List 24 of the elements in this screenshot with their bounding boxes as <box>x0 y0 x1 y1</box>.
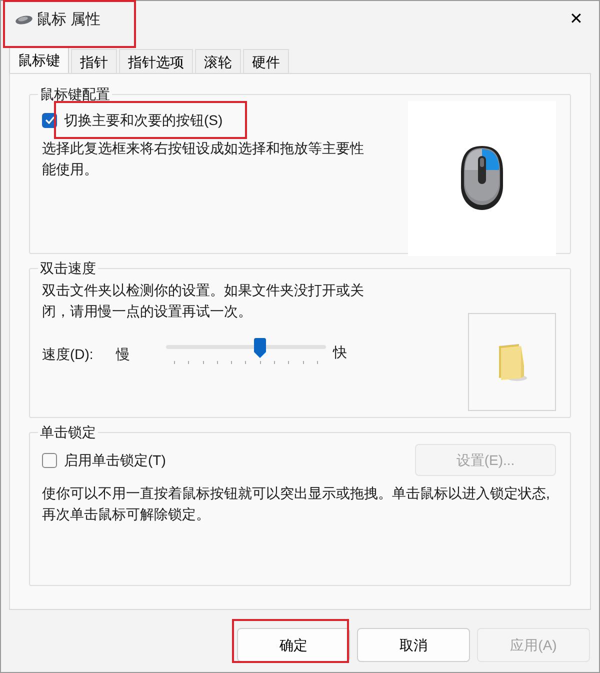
mouse-icon <box>15 15 33 26</box>
fast-label: 快 <box>333 343 347 362</box>
speed-label: 速度(D): <box>42 345 94 364</box>
tab[interactable]: 指针选项 <box>119 49 193 73</box>
slider-thumb[interactable] <box>254 336 266 356</box>
checkbox-label[interactable]: 切换主要和次要的按钮(S) <box>64 110 223 131</box>
tab[interactable]: 硬件 <box>243 49 289 73</box>
description-text: 选择此复选框来将右按钮设成如选择和拖放等主要性能使用。 <box>42 138 365 179</box>
description-text: 双击文件夹以检测你的设置。如果文件夹没打开或关闭，请用慢一点的设置再试一次。 <box>42 281 365 322</box>
checkbox[interactable] <box>42 452 57 468</box>
group-label: 双击速度 <box>39 260 97 277</box>
description-text: 使你可以不用一直按着鼠标按钮就可以突出显示或拖拽。单击鼠标以进入锁定状态,再次单击鼠标可解除锁定。 <box>42 484 551 524</box>
group-label: 鼠标键配置 <box>39 86 111 103</box>
check-icon <box>44 116 54 124</box>
close-button[interactable]: ✕ <box>553 1 599 39</box>
slow-label: 慢 <box>116 345 131 364</box>
window-title: 鼠标 属性 <box>36 10 101 30</box>
group-label: 单击锁定 <box>39 424 97 441</box>
dialog-button[interactable]: 确定 <box>237 628 350 662</box>
checkbox-label[interactable]: 启用单击锁定(T) <box>64 450 166 471</box>
tab[interactable]: 指针 <box>71 49 117 73</box>
tab[interactable]: 鼠标键 <box>9 47 69 73</box>
dialog-button[interactable]: 取消 <box>357 628 470 662</box>
tab[interactable]: 滚轮 <box>195 49 241 73</box>
